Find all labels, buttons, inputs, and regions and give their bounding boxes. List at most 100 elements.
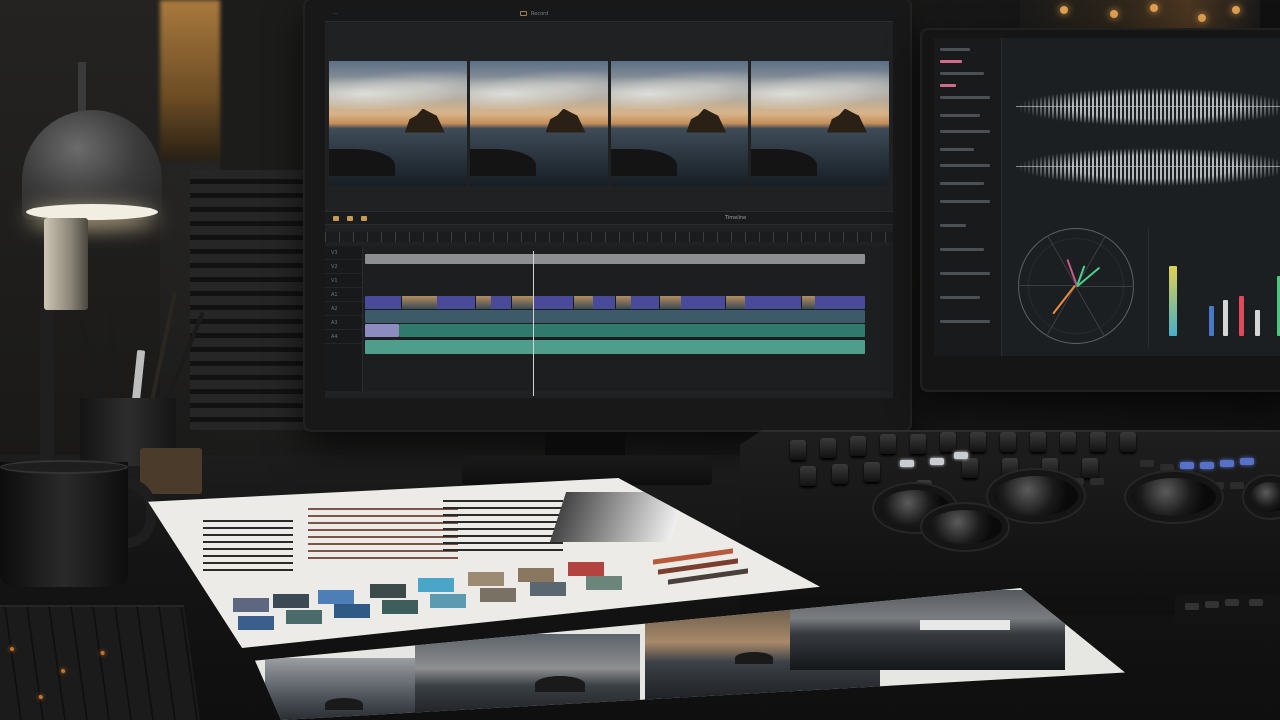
panel-button[interactable] — [1210, 482, 1224, 489]
panel-knob-icon[interactable] — [1000, 432, 1016, 452]
panel-button[interactable] — [1230, 482, 1244, 489]
panel-knob-icon[interactable] — [1082, 458, 1098, 478]
track-label[interactable]: A1 — [325, 288, 362, 302]
panel-knob-icon[interactable] — [910, 434, 926, 454]
sidebar-line — [940, 296, 980, 299]
color-swatch — [233, 598, 269, 612]
panel-knob-icon[interactable] — [1030, 432, 1046, 452]
track-label[interactable]: A4 — [325, 330, 362, 344]
small-control-unit[interactable] — [1175, 595, 1280, 625]
viewer-frame[interactable] — [751, 61, 889, 186]
timeline-tracks[interactable] — [325, 246, 893, 391]
wall-vent — [190, 170, 315, 430]
timeline-clip[interactable] — [511, 296, 533, 309]
menu-dots[interactable]: ⋯ — [333, 11, 338, 17]
panel-button[interactable] — [1225, 599, 1239, 606]
color-swatch — [586, 576, 622, 590]
keyboard[interactable] — [0, 605, 201, 720]
shelf-light — [1150, 4, 1158, 12]
track-label[interactable]: A3 — [325, 316, 362, 330]
panel-knob-icon[interactable] — [1002, 458, 1018, 478]
sidebar-line — [940, 200, 990, 203]
trackball-icon[interactable] — [1132, 478, 1216, 516]
panel-button[interactable] — [1090, 478, 1104, 485]
sidebar-line — [940, 248, 984, 251]
panel-button[interactable] — [1070, 478, 1084, 485]
tool-icon[interactable] — [347, 215, 353, 221]
color-grading-panel[interactable] — [740, 430, 1280, 615]
track-label[interactable]: V3 — [325, 246, 362, 260]
panel-button[interactable] — [1185, 603, 1199, 610]
panel-button[interactable] — [1249, 599, 1263, 606]
panel-knob-icon[interactable] — [1060, 432, 1076, 452]
panel-button[interactable] — [1180, 462, 1194, 469]
panel-knob-icon[interactable] — [850, 436, 866, 456]
panel-button[interactable] — [1205, 601, 1219, 608]
panel-button[interactable] — [1240, 458, 1254, 465]
playhead[interactable] — [533, 251, 534, 396]
timeline-clip[interactable] — [399, 324, 865, 337]
panel-button[interactable] — [1140, 460, 1154, 467]
panel-knob-icon[interactable] — [832, 464, 848, 484]
sidebar-line — [940, 148, 974, 151]
panel-knob-icon[interactable] — [864, 462, 880, 482]
panel-knob-icon[interactable] — [1120, 432, 1136, 452]
tool-icon[interactable] — [333, 215, 339, 221]
panel-knob-icon[interactable] — [800, 466, 816, 486]
viewer-frame[interactable] — [469, 61, 608, 186]
panel-knob-icon[interactable] — [1042, 458, 1058, 478]
trackball-icon[interactable] — [928, 510, 1002, 544]
panel-knob-icon[interactable] — [962, 458, 978, 478]
sidebar-line — [940, 96, 990, 99]
timeline-clip[interactable] — [801, 296, 815, 309]
track-label[interactable]: V2 — [325, 260, 362, 274]
panel-knob-icon[interactable] — [1090, 432, 1106, 452]
timeline-clip[interactable] — [659, 296, 681, 309]
timeline-clip[interactable] — [365, 324, 399, 337]
card-holder — [140, 448, 202, 494]
viewer-frame[interactable] — [610, 61, 749, 186]
viewer-frame[interactable] — [329, 61, 467, 186]
timeline-clip[interactable] — [725, 296, 745, 309]
panel-button[interactable] — [954, 452, 968, 459]
timeline-clip[interactable] — [615, 296, 631, 309]
panel-knob-icon[interactable] — [820, 438, 836, 458]
panel-button[interactable] — [1220, 460, 1234, 467]
camera-icon — [520, 11, 527, 16]
wall-light-glow — [160, 0, 220, 160]
panel-knob-icon[interactable] — [970, 432, 986, 452]
timeline-clip[interactable] — [401, 296, 437, 309]
app-top-bar: ⋯ Record — [325, 6, 893, 22]
sidebar-line — [940, 182, 984, 185]
panel-knob-icon[interactable] — [880, 434, 896, 454]
sheet-text-lines — [203, 520, 293, 572]
sheet-text-lines — [308, 508, 458, 560]
color-swatch — [568, 562, 604, 576]
tool-icon[interactable] — [361, 215, 367, 221]
color-swatch — [430, 594, 466, 608]
sidebar-line — [940, 72, 984, 75]
keyboard-led — [38, 695, 44, 699]
timeline-clip[interactable] — [365, 254, 865, 264]
panel-button[interactable] — [930, 458, 944, 465]
timeline-ruler[interactable] — [325, 232, 893, 242]
panel-button[interactable] — [1200, 462, 1214, 469]
trackball-icon[interactable] — [994, 476, 1078, 516]
panel-button[interactable] — [900, 460, 914, 467]
panel-button[interactable] — [1160, 464, 1174, 471]
panel-knob-icon[interactable] — [790, 440, 806, 460]
timeline-clip[interactable] — [365, 310, 865, 323]
histogram-bar — [1255, 310, 1260, 336]
trackball-icon[interactable] — [1250, 482, 1280, 512]
track-label[interactable]: V1 — [325, 274, 362, 288]
panel-knob-icon[interactable] — [940, 432, 956, 452]
waveform-icon — [1016, 88, 1280, 126]
keyboard-led — [100, 651, 105, 655]
timeline-clip[interactable] — [573, 296, 593, 309]
record-indicator[interactable]: Record — [520, 11, 548, 17]
timeline-clip[interactable] — [475, 296, 491, 309]
sidebar-line — [940, 320, 990, 323]
timeline-clip[interactable] — [365, 340, 865, 354]
record-label: Record — [531, 10, 549, 17]
track-label[interactable]: A2 — [325, 302, 362, 316]
